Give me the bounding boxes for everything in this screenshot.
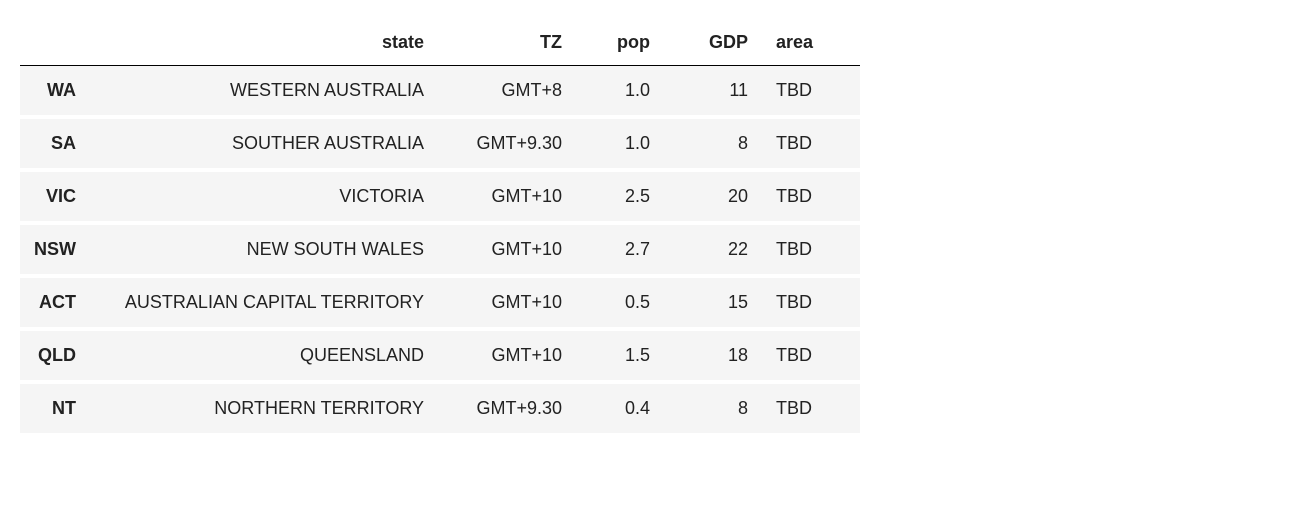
table-row: NT NORTHERN TERRITORY GMT+9.30 0.4 8 TBD [20, 382, 860, 435]
cell-tz: GMT+10 [438, 329, 576, 382]
cell-area: TBD [762, 223, 860, 276]
table-row: VIC VICTORIA GMT+10 2.5 20 TBD [20, 170, 860, 223]
table-row: QLD QUEENSLAND GMT+10 1.5 18 TBD [20, 329, 860, 382]
row-index: QLD [20, 329, 90, 382]
header-tz: TZ [438, 20, 576, 66]
cell-state: NORTHERN TERRITORY [90, 382, 438, 435]
cell-state: SOUTHER AUSTRALIA [90, 117, 438, 170]
cell-area: TBD [762, 329, 860, 382]
table-row: ACT AUSTRALIAN CAPITAL TERRITORY GMT+10 … [20, 276, 860, 329]
cell-pop: 1.0 [576, 117, 664, 170]
cell-area: TBD [762, 66, 860, 118]
cell-pop: 2.5 [576, 170, 664, 223]
cell-gdp: 20 [664, 170, 762, 223]
cell-state: WESTERN AUSTRALIA [90, 66, 438, 118]
cell-gdp: 22 [664, 223, 762, 276]
row-index: SA [20, 117, 90, 170]
cell-tz: GMT+9.30 [438, 117, 576, 170]
row-index: ACT [20, 276, 90, 329]
cell-area: TBD [762, 170, 860, 223]
header-state: state [90, 20, 438, 66]
cell-gdp: 8 [664, 382, 762, 435]
data-table: state TZ pop GDP area WA WESTERN AUSTRAL… [20, 20, 860, 437]
header-pop: pop [576, 20, 664, 66]
cell-state: NEW SOUTH WALES [90, 223, 438, 276]
cell-tz: GMT+10 [438, 170, 576, 223]
cell-state: VICTORIA [90, 170, 438, 223]
table-row: NSW NEW SOUTH WALES GMT+10 2.7 22 TBD [20, 223, 860, 276]
cell-pop: 0.4 [576, 382, 664, 435]
cell-state: AUSTRALIAN CAPITAL TERRITORY [90, 276, 438, 329]
row-index: NSW [20, 223, 90, 276]
cell-pop: 1.0 [576, 66, 664, 118]
row-index: NT [20, 382, 90, 435]
header-area: area [762, 20, 860, 66]
cell-gdp: 11 [664, 66, 762, 118]
cell-state: QUEENSLAND [90, 329, 438, 382]
header-row: state TZ pop GDP area [20, 20, 860, 66]
cell-area: TBD [762, 382, 860, 435]
cell-tz: GMT+10 [438, 223, 576, 276]
cell-tz: GMT+10 [438, 276, 576, 329]
row-index: WA [20, 66, 90, 118]
cell-pop: 0.5 [576, 276, 664, 329]
cell-gdp: 15 [664, 276, 762, 329]
header-blank [20, 20, 90, 66]
cell-pop: 2.7 [576, 223, 664, 276]
cell-tz: GMT+9.30 [438, 382, 576, 435]
cell-gdp: 18 [664, 329, 762, 382]
header-gdp: GDP [664, 20, 762, 66]
table-row: SA SOUTHER AUSTRALIA GMT+9.30 1.0 8 TBD [20, 117, 860, 170]
cell-gdp: 8 [664, 117, 762, 170]
table-row: WA WESTERN AUSTRALIA GMT+8 1.0 11 TBD [20, 66, 860, 118]
cell-pop: 1.5 [576, 329, 664, 382]
cell-tz: GMT+8 [438, 66, 576, 118]
cell-area: TBD [762, 117, 860, 170]
row-index: VIC [20, 170, 90, 223]
cell-area: TBD [762, 276, 860, 329]
